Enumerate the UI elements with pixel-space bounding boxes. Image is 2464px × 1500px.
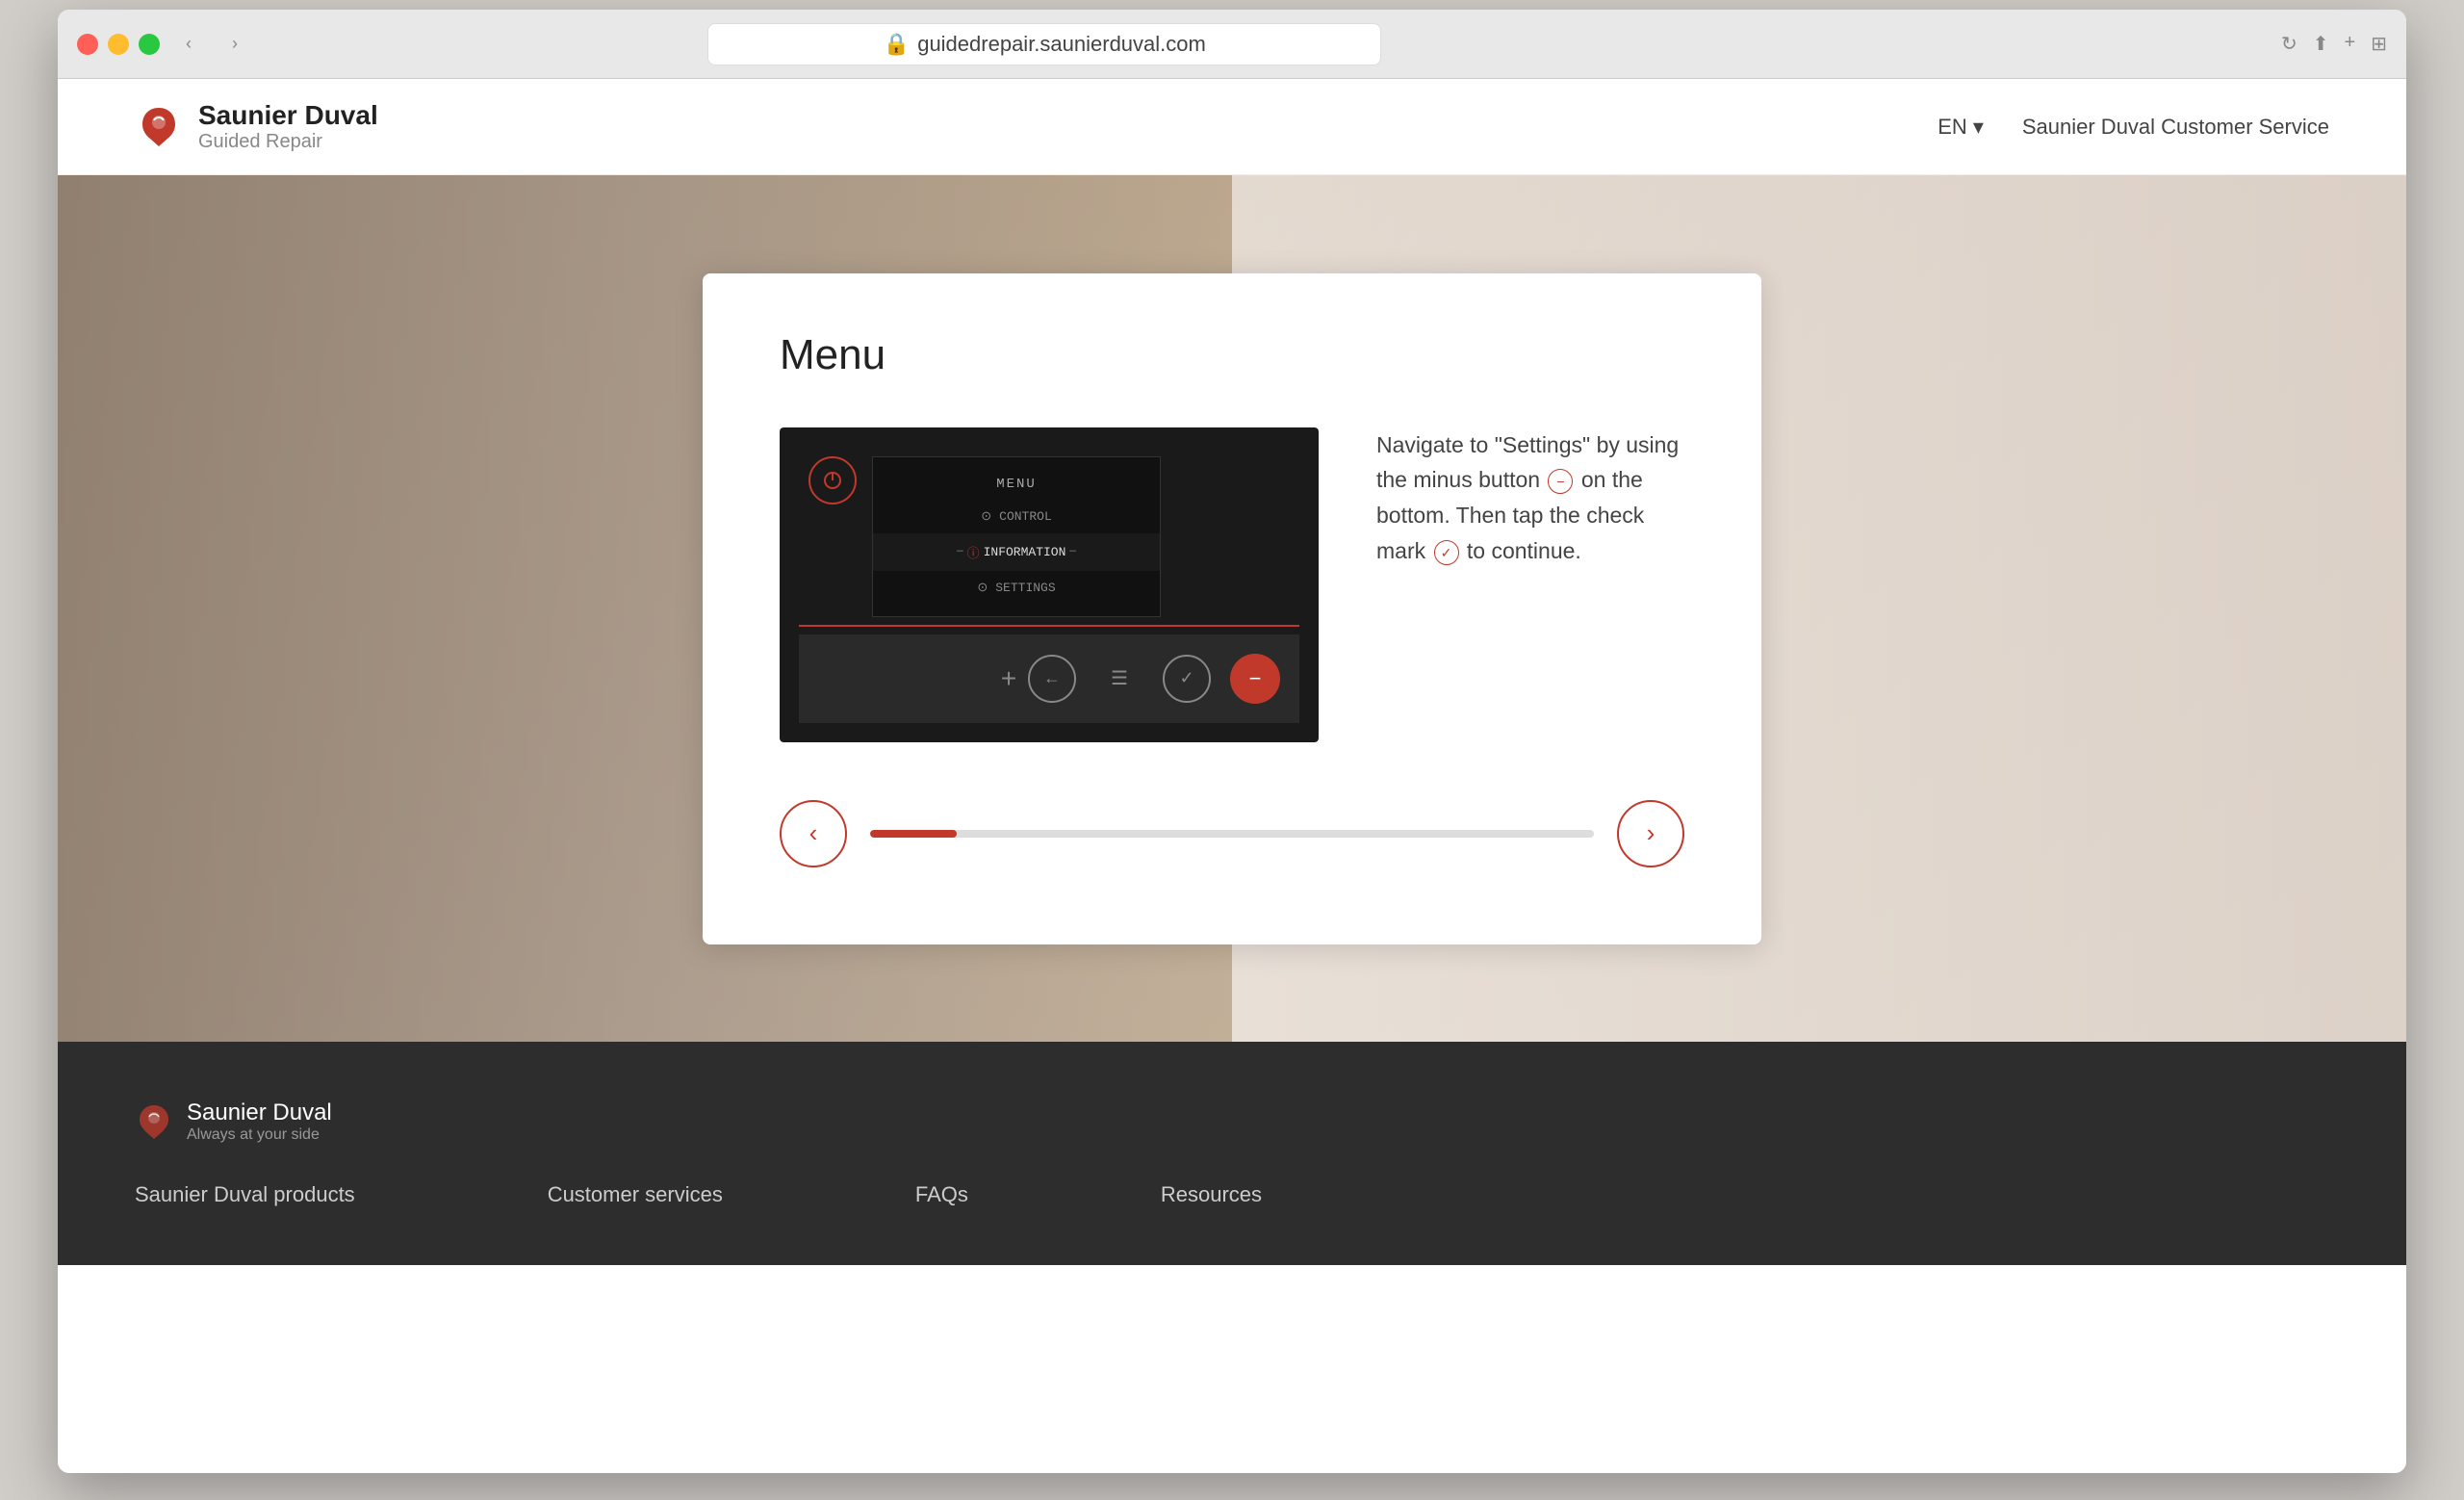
info-icon: ⓘ <box>967 543 980 561</box>
power-button <box>808 456 857 504</box>
control-buttons: ← ☰ ✓ − <box>1028 654 1280 704</box>
logo-text: Saunier Duval Guided Repair <box>198 100 378 153</box>
check-icon-inline: ✓ <box>1434 540 1459 565</box>
prev-button[interactable]: ‹ <box>780 800 847 867</box>
progress-bar-fill <box>870 830 957 838</box>
tab-grid-icon[interactable]: ⊞ <box>2371 32 2387 56</box>
address-bar[interactable]: 🔒 guidedrepair.saunierduval.com <box>707 23 1381 65</box>
back-ctrl-button: ← <box>1028 655 1076 703</box>
back-button[interactable]: ‹ <box>171 27 206 62</box>
plus-button: + <box>989 659 1028 698</box>
minus-ctrl-button: − <box>1230 654 1280 704</box>
menu-title-text: MENU <box>873 469 1160 500</box>
browser-titlebar: ‹ › 🔒 guidedrepair.saunierduval.com ↻ ⬆ … <box>58 10 2406 79</box>
footer-link-faqs[interactable]: FAQs <box>915 1182 968 1207</box>
footer-link-customer-services[interactable]: Customer services <box>548 1182 723 1207</box>
next-button[interactable]: › <box>1617 800 1684 867</box>
lang-label: EN <box>1938 115 1967 140</box>
device-bottom-bar: + ← ☰ ✓ − <box>799 634 1299 723</box>
logo-area: Saunier Duval Guided Repair <box>135 100 378 153</box>
footer-brand: Saunier Duval <box>187 1099 332 1126</box>
footer-link-resources[interactable]: Resources <box>1161 1182 1262 1207</box>
lock-icon: 🔒 <box>884 32 910 57</box>
browser-window: ‹ › 🔒 guidedrepair.saunierduval.com ↻ ⬆ … <box>58 10 2406 1473</box>
footer-link-products[interactable]: Saunier Duval products <box>135 1182 355 1207</box>
device-screen: MENU ⊙ CONTROL — ⓘ INFORMAT <box>780 427 1319 742</box>
site-wrapper: Saunier Duval Guided Repair EN ▾ Saunier… <box>58 79 2406 1473</box>
menu-display: MENU ⊙ CONTROL — ⓘ INFORMAT <box>872 456 1161 617</box>
site-footer: Saunier Duval Always at your side Saunie… <box>58 1042 2406 1265</box>
menu-item-control: ⊙ CONTROL <box>873 500 1160 533</box>
info-label: INFORMATION <box>984 545 1066 559</box>
menu-item-settings: ⊙ SETTINGS <box>873 571 1160 605</box>
menu-ctrl-button: ☰ <box>1095 655 1143 703</box>
footer-logo-icon <box>135 1102 173 1141</box>
separator <box>799 625 1299 627</box>
browser-actions: ↻ ⬆ + ⊞ <box>2281 32 2387 56</box>
control-icon: ⊙ <box>981 509 991 524</box>
brand-subtitle: Guided Repair <box>198 131 378 153</box>
new-tab-icon[interactable]: + <box>2345 32 2356 56</box>
refresh-icon[interactable]: ↻ <box>2281 32 2297 56</box>
settings-icon: ⊙ <box>977 581 988 595</box>
footer-tagline: Always at your side <box>187 1126 332 1144</box>
brand-name: Saunier Duval <box>198 100 378 131</box>
chevron-down-icon: ▾ <box>1973 115 1984 140</box>
minimize-button[interactable] <box>108 34 129 55</box>
site-header: Saunier Duval Guided Repair EN ▾ Saunier… <box>58 79 2406 175</box>
device-image: MENU ⊙ CONTROL — ⓘ INFORMAT <box>780 427 1319 742</box>
close-button[interactable] <box>77 34 98 55</box>
card-title: Menu <box>780 331 1684 379</box>
footer-logo-text: Saunier Duval Always at your side <box>187 1099 332 1144</box>
url-text: guidedrepair.saunierduval.com <box>917 32 1206 57</box>
card-nav: ‹ › <box>780 800 1684 867</box>
control-label: CONTROL <box>999 509 1052 524</box>
power-icon <box>822 470 843 491</box>
device-image-container: MENU ⊙ CONTROL — ⓘ INFORMAT <box>780 427 1319 742</box>
description-text: Navigate to "Settings" by using the minu… <box>1376 427 1684 569</box>
card-content: MENU ⊙ CONTROL — ⓘ INFORMAT <box>780 427 1684 742</box>
forward-button[interactable]: › <box>218 27 252 62</box>
customer-service-link[interactable]: Saunier Duval Customer Service <box>2022 115 2329 140</box>
language-selector[interactable]: EN ▾ <box>1938 115 1984 140</box>
header-nav: EN ▾ Saunier Duval Customer Service <box>1938 115 2329 140</box>
footer-links: Saunier Duval products Customer services… <box>135 1182 2329 1207</box>
hero-section: Menu <box>58 175 2406 1042</box>
fullscreen-button[interactable] <box>139 34 160 55</box>
footer-logo: Saunier Duval Always at your side <box>135 1099 2329 1144</box>
check-ctrl-button: ✓ <box>1163 655 1211 703</box>
traffic-lights <box>77 34 160 55</box>
minus-icon-inline: − <box>1548 469 1573 494</box>
instruction-card: Menu <box>703 273 1761 944</box>
progress-bar <box>870 830 1594 838</box>
description-area: Navigate to "Settings" by using the minu… <box>1376 427 1684 569</box>
share-icon[interactable]: ⬆ <box>2313 32 2329 56</box>
settings-label: SETTINGS <box>995 581 1055 595</box>
menu-item-information: — ⓘ INFORMATION — <box>873 533 1160 571</box>
saunier-duval-logo-icon <box>135 103 183 151</box>
